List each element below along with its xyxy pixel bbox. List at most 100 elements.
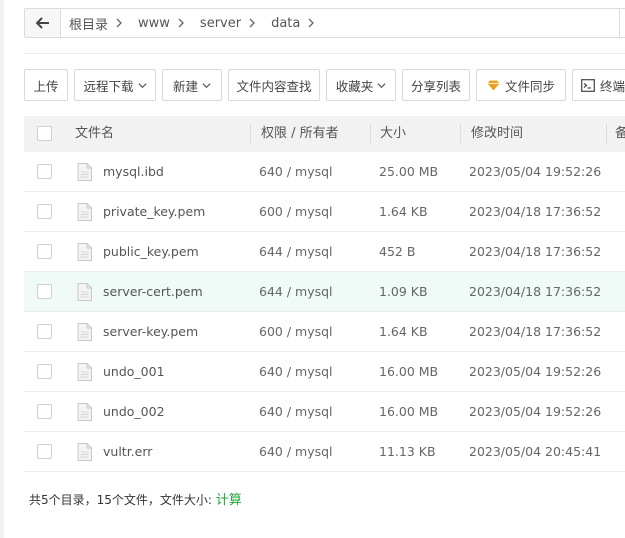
upload-label: 上传 xyxy=(33,78,59,94)
divider xyxy=(24,53,625,54)
file-permission[interactable]: 600 / mysql xyxy=(259,192,333,232)
file-size: 1.09 KB xyxy=(379,284,428,299)
file-permission[interactable]: 640 / mysql xyxy=(259,432,333,472)
chevron-down-icon xyxy=(202,82,211,88)
row-checkbox[interactable] xyxy=(37,244,52,259)
file-name[interactable]: server-cert.pem xyxy=(103,272,203,312)
column-header-mtime[interactable]: 修改时间 xyxy=(471,116,523,152)
file-size: 1.64 KB xyxy=(379,204,428,219)
file-icon xyxy=(77,443,92,461)
file-permission[interactable]: 600 / mysql xyxy=(259,312,333,352)
chevron-right-icon xyxy=(116,18,122,28)
arrow-left-icon xyxy=(35,17,49,29)
table-row[interactable]: server-cert.pem 644 / mysql 1.09 KB 2023/04… xyxy=(24,272,625,312)
file-icon xyxy=(77,403,92,421)
table-row[interactable]: private_key.pem 600 / mysql 1.64 KB 2023/04… xyxy=(24,192,625,232)
table-row[interactable]: server-key.pem 600 / mysql 1.64 KB 2023/04/… xyxy=(24,312,625,352)
file-size: 11.13 KB xyxy=(379,444,436,459)
row-checkbox[interactable] xyxy=(37,444,52,459)
terminal-label: 终端 xyxy=(600,78,625,94)
file-mtime: 2023/05/04 19:52:26 xyxy=(469,164,602,179)
file-size: 1.64 KB xyxy=(379,324,428,339)
file-name[interactable]: server-key.pem xyxy=(103,312,198,352)
chevron-right-icon xyxy=(308,18,315,28)
file-size: 25.00 MB xyxy=(379,164,439,179)
calculate-size-link[interactable]: 计算 xyxy=(216,493,242,508)
column-divider xyxy=(250,124,251,144)
table-row[interactable]: undo_002 640 / mysql 16.00 MB 2023/05/04 19… xyxy=(24,392,625,432)
file-permission[interactable]: 644 / mysql xyxy=(259,272,333,312)
row-checkbox[interactable] xyxy=(37,204,52,219)
table-row[interactable]: undo_001 640 / mysql 16.00 MB 2023/05/04 19… xyxy=(24,352,625,392)
file-icon xyxy=(77,203,92,221)
file-mtime: 2023/05/04 19:52:26 xyxy=(469,404,602,419)
chevron-down-icon xyxy=(137,82,147,88)
favorites-button[interactable]: 收藏夹 xyxy=(326,69,396,101)
column-header-note[interactable]: 备 xyxy=(615,116,625,152)
file-name[interactable]: undo_002 xyxy=(103,392,165,432)
file-sync-label: 文件同步 xyxy=(504,78,555,94)
column-header-name[interactable]: 文件名 xyxy=(75,116,114,152)
file-permission[interactable]: 644 / mysql xyxy=(259,232,333,272)
table-row[interactable]: public_key.pem 644 / mysql 452 B 2023/04/18… xyxy=(24,232,625,272)
chevron-right-icon xyxy=(178,18,184,28)
file-name[interactable]: mysql.ibd xyxy=(103,152,164,192)
breadcrumb-item-root[interactable]: 根目录 xyxy=(61,14,130,33)
breadcrumb-item-server[interactable]: server xyxy=(192,16,263,31)
file-mtime: 2023/04/18 17:36:52 xyxy=(469,204,602,219)
column-divider xyxy=(370,124,371,144)
share-list-label: 分享列表 xyxy=(411,78,462,94)
file-mtime: 2023/05/04 19:52:26 xyxy=(469,364,602,379)
file-mtime: 2023/04/18 17:36:52 xyxy=(469,324,602,339)
breadcrumb-item-data[interactable]: data xyxy=(263,16,322,31)
content-search-label: 文件内容查找 xyxy=(236,78,312,94)
remote-download-button[interactable]: 远程下载 xyxy=(74,69,156,101)
file-permission[interactable]: 640 / mysql xyxy=(259,352,333,392)
select-all-checkbox[interactable] xyxy=(37,126,52,141)
summary-text: 共5个目录，15个文件，文件大小: xyxy=(29,493,216,507)
row-checkbox[interactable] xyxy=(37,284,52,299)
back-button[interactable] xyxy=(25,9,61,37)
upload-button[interactable]: 上传 xyxy=(24,69,68,101)
terminal-icon xyxy=(581,78,595,92)
row-checkbox[interactable] xyxy=(37,324,52,339)
new-label: 新建 xyxy=(172,78,198,94)
file-table: 文件名 权限 / 所有者 大小 修改时间 备 mysql.ibd 640 / my… xyxy=(24,116,625,472)
file-icon xyxy=(77,363,92,381)
terminal-button[interactable]: 终端 xyxy=(572,69,625,101)
breadcrumb-end xyxy=(619,9,625,37)
breadcrumb-item-www[interactable]: www xyxy=(130,16,192,31)
file-name[interactable]: vultr.err xyxy=(103,432,152,472)
column-header-perm[interactable]: 权限 / 所有者 xyxy=(261,116,339,152)
new-button[interactable]: 新建 xyxy=(162,69,222,101)
breadcrumb: 根目录 www server data xyxy=(24,8,625,38)
file-icon xyxy=(77,163,92,181)
share-list-button[interactable]: 分享列表 xyxy=(402,69,470,101)
table-header: 文件名 权限 / 所有者 大小 修改时间 备 xyxy=(24,116,625,152)
remote-download-label: 远程下载 xyxy=(83,78,134,94)
file-permission[interactable]: 640 / mysql xyxy=(259,392,333,432)
file-name[interactable]: public_key.pem xyxy=(103,232,199,272)
content-search-button[interactable]: 文件内容查找 xyxy=(228,69,320,101)
file-name[interactable]: private_key.pem xyxy=(103,192,205,232)
column-header-size[interactable]: 大小 xyxy=(380,116,406,152)
chevron-right-icon xyxy=(249,18,255,28)
file-icon xyxy=(77,323,92,341)
row-checkbox[interactable] xyxy=(37,404,52,419)
file-mtime: 2023/05/04 20:45:41 xyxy=(469,444,602,459)
table-row[interactable]: vultr.err 640 / mysql 11.13 KB 2023/05/04 2… xyxy=(24,432,625,472)
table-body: mysql.ibd 640 / mysql 25.00 MB 2023/05/04 1… xyxy=(24,152,625,472)
favorites-label: 收藏夹 xyxy=(335,78,374,94)
breadcrumb-label: www xyxy=(138,15,170,31)
file-sync-button[interactable]: 文件同步 xyxy=(476,69,566,101)
file-permission[interactable]: 640 / mysql xyxy=(259,152,333,192)
toolbar: 上传 远程下载 新建 文件内容查找 收藏夹 分享列表 文件同步 终端 xyxy=(24,69,625,101)
column-divider xyxy=(606,124,607,144)
file-size: 16.00 MB xyxy=(379,364,439,379)
row-checkbox[interactable] xyxy=(37,364,52,379)
table-row[interactable]: mysql.ibd 640 / mysql 25.00 MB 2023/05/04 1… xyxy=(24,152,625,192)
file-name[interactable]: undo_001 xyxy=(103,352,165,392)
gem-icon xyxy=(487,80,500,91)
row-checkbox[interactable] xyxy=(37,164,52,179)
file-size: 16.00 MB xyxy=(379,404,439,419)
